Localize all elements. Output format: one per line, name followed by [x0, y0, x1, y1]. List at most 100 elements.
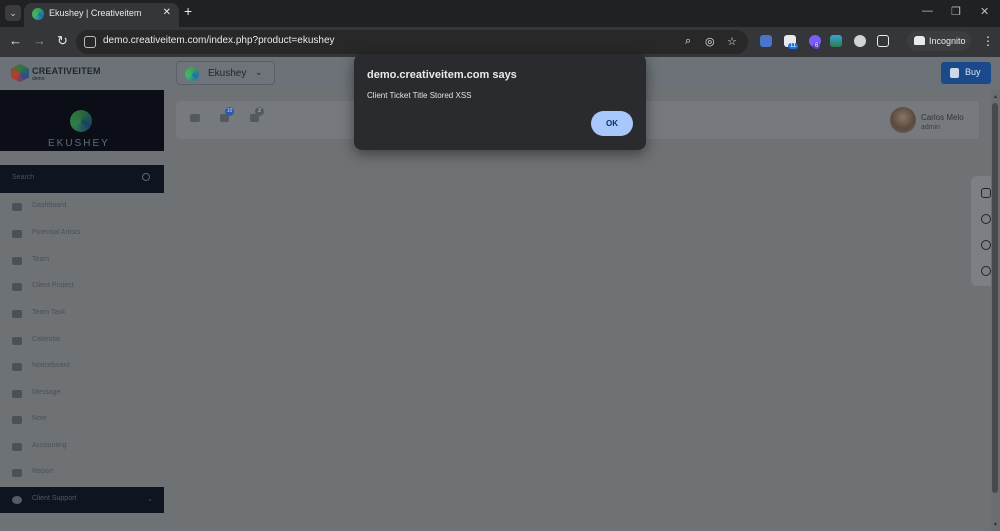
headset-icon[interactable]: [981, 240, 991, 250]
reload-icon[interactable]: ↻: [57, 34, 68, 48]
play-icon[interactable]: [981, 214, 991, 224]
sidebar-item-label: Client Project: [32, 282, 74, 289]
extensions-icon[interactable]: [877, 35, 889, 47]
sidebar-item-label: Accounting: [32, 442, 67, 449]
sidebar-item-note[interactable]: Note: [0, 407, 164, 433]
bookmark-star-icon[interactable]: ☆: [727, 35, 737, 48]
chat-icon[interactable]: [981, 266, 991, 276]
site-info-icon[interactable]: [84, 36, 96, 48]
sidebar-search[interactable]: Search: [0, 165, 164, 193]
sidebar-item-label: Team: [32, 256, 50, 263]
sidebar-item-label: Report: [32, 468, 54, 475]
sidebar-item-label: Client Support: [32, 495, 77, 502]
sidebar-item-noticeboard[interactable]: Noticeboard: [0, 354, 164, 380]
sidebar-item-team-task[interactable]: Team Task: [0, 301, 164, 327]
incognito-indicator[interactable]: Incognito: [907, 31, 971, 51]
notification-badge: 10: [225, 107, 234, 116]
support-icon: [12, 496, 22, 504]
scroll-down-icon[interactable]: ▼: [993, 522, 998, 528]
avatar[interactable]: [890, 107, 916, 133]
sidebar: EKUSHEY Search Dashboard Potential Artis…: [0, 90, 164, 531]
sidebar-item-label: Dashboard: [32, 202, 67, 209]
noticeboard-icon: [12, 363, 22, 371]
sidebar-item-report[interactable]: Report: [0, 460, 164, 486]
buy-button[interactable]: Buy: [941, 62, 991, 84]
incognito-icon: [914, 36, 925, 45]
tab-title: Ekushey | Creativeitem: [49, 8, 142, 18]
product-selector[interactable]: Ekushey ⌄: [176, 61, 275, 85]
back-icon[interactable]: ←: [9, 34, 22, 48]
chevron-down-icon: ⌄: [147, 496, 153, 503]
sidebar-item-label: Calendar: [32, 336, 61, 343]
dialog-title: demo.creativeitem.com says: [367, 69, 517, 81]
logo-subtext: demo: [32, 76, 45, 82]
note-icon: [12, 416, 22, 424]
address-bar[interactable]: demo.creativeitem.com/index.php?product=…: [76, 30, 748, 54]
accounting-icon: [12, 443, 22, 451]
calendar-icon: [12, 337, 22, 345]
restore-icon[interactable]: ❐: [951, 5, 961, 18]
extension-badge: 11: [788, 43, 799, 49]
task-icon: [12, 310, 22, 318]
ok-button[interactable]: OK: [591, 111, 633, 136]
new-tab-button[interactable]: +: [184, 3, 192, 19]
url-text[interactable]: demo.creativeitem.com/index.php?product=…: [103, 35, 335, 46]
mail-icon[interactable]: [190, 114, 200, 122]
bar-chart-icon: [12, 469, 22, 477]
chrome-menu-icon[interactable]: ⋮: [982, 34, 994, 48]
browser-tab[interactable]: Ekushey | Creativeitem ✕: [24, 3, 179, 27]
sidebar-item-client-support[interactable]: Client Support ⌄: [0, 487, 164, 513]
sidebar-item-dashboard[interactable]: Dashboard: [0, 194, 164, 220]
browser-toolbar: ← → ↻ demo.creativeitem.com/index.php?pr…: [0, 27, 1000, 57]
message-icon: [12, 390, 22, 398]
ticket-badge: 2: [255, 107, 264, 116]
team-icon: [12, 257, 22, 265]
document-icon[interactable]: [981, 188, 991, 198]
sidebar-item-label: Noticeboard: [32, 362, 70, 369]
logo-text: CREATIVEITEM: [32, 66, 101, 76]
scrollbar-thumb[interactable]: [992, 103, 998, 493]
trophy-icon: [12, 230, 22, 238]
search-input[interactable]: Search: [12, 174, 34, 181]
creativeitem-logo-icon: [11, 64, 29, 82]
brand-header: EKUSHEY: [0, 90, 164, 151]
alert-dialog: demo.creativeitem.com says Client Ticket…: [354, 54, 646, 150]
scroll-up-icon[interactable]: ▲: [993, 94, 998, 100]
tab-search-button[interactable]: ⌄: [5, 5, 21, 21]
close-window-icon[interactable]: ✕: [980, 5, 989, 18]
sidebar-item-label: Potential Artists: [32, 229, 81, 236]
user-role: admin: [921, 124, 941, 131]
dialog-message: Client Ticket Title Stored XSS: [367, 91, 472, 100]
dashboard-icon: [12, 203, 22, 211]
browser-tab-strip: ⌄ Ekushey | Creativeitem ✕ + — ❐ ✕: [0, 0, 1000, 27]
paper-plane-icon: [12, 283, 22, 291]
product-selector-label: Ekushey: [208, 68, 247, 79]
chevron-down-icon: ⌄: [255, 67, 263, 77]
buy-label: Buy: [965, 67, 981, 77]
minimize-icon[interactable]: —: [922, 5, 933, 17]
ekushey-logo-icon: [185, 67, 199, 81]
extension-shield-icon[interactable]: [760, 35, 772, 47]
sidebar-item-message[interactable]: Message: [0, 381, 164, 407]
user-name[interactable]: Carlos Melo: [921, 113, 964, 122]
extension-cloud-icon[interactable]: [830, 35, 842, 47]
extension-globe-icon[interactable]: [854, 35, 866, 47]
sidebar-item-client-project[interactable]: Client Project: [0, 274, 164, 300]
forward-icon[interactable]: →: [33, 34, 46, 48]
search-icon[interactable]: [142, 173, 150, 181]
sidebar-item-label: Note: [32, 415, 47, 422]
zoom-icon[interactable]: ⌕: [685, 35, 691, 48]
sidebar-item-potential-artists[interactable]: Potential Artists: [0, 221, 164, 247]
tab-favicon-icon: [32, 8, 44, 20]
sidebar-item-label: Message: [32, 389, 61, 396]
sidebar-item-calendar[interactable]: Calendar: [0, 328, 164, 354]
shopping-bag-icon: [950, 68, 959, 78]
ekushey-brand-icon: [70, 110, 92, 132]
sidebar-item-label: Team Task: [32, 309, 66, 316]
tab-close-icon[interactable]: ✕: [163, 7, 171, 18]
brand-text: EKUSHEY: [48, 138, 110, 149]
sidebar-item-team[interactable]: Team: [0, 248, 164, 274]
sidebar-item-accounting[interactable]: Accounting: [0, 434, 164, 460]
tracking-protection-icon[interactable]: ◎: [705, 35, 715, 48]
incognito-label: Incognito: [929, 36, 966, 46]
